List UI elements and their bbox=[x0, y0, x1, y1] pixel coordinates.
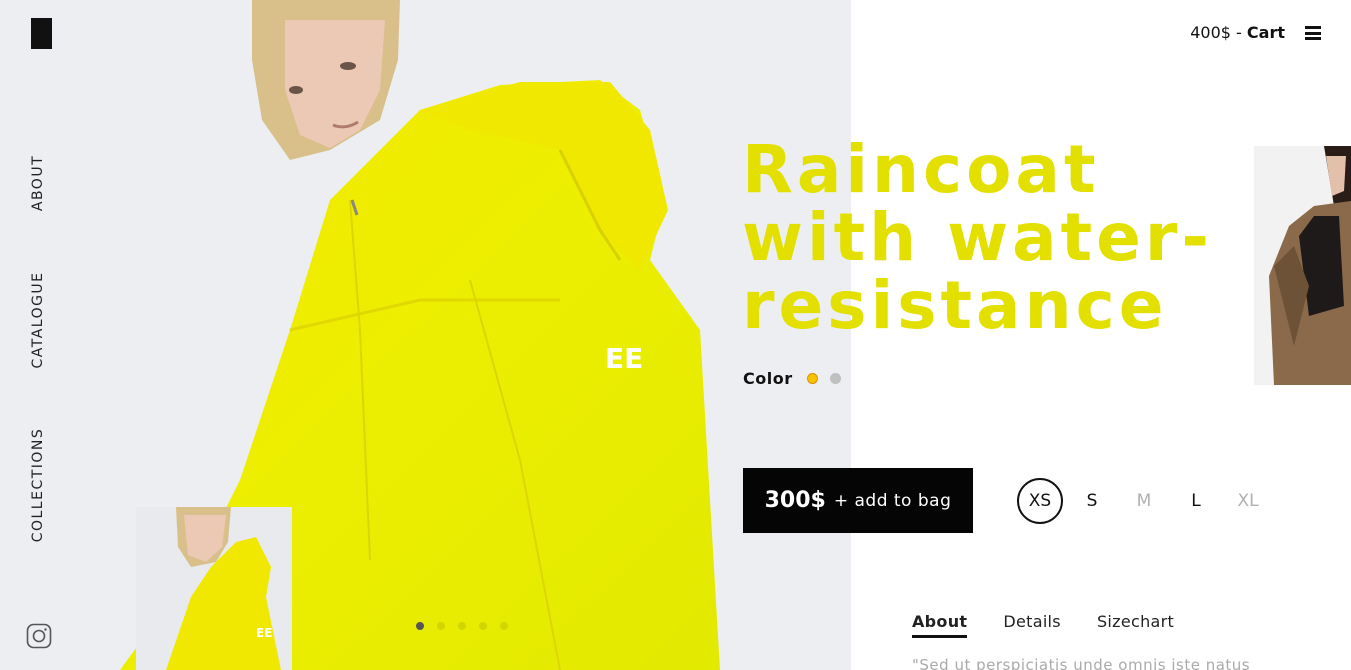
hero-product-image: EE bbox=[0, 0, 851, 670]
tab-details[interactable]: Details bbox=[1003, 612, 1061, 638]
size-option-s[interactable]: S bbox=[1069, 478, 1115, 524]
side-nav-collections[interactable]: COLLECTIONS bbox=[30, 428, 46, 543]
next-product-photo bbox=[1254, 146, 1351, 385]
tab-sizechart[interactable]: Sizechart bbox=[1097, 612, 1174, 638]
hamburger-menu-icon[interactable] bbox=[1305, 26, 1321, 40]
product-price: 300$ bbox=[764, 488, 826, 513]
thumbnail-photo: EE bbox=[166, 507, 281, 670]
add-to-bag-button[interactable]: 300$ + add to bag bbox=[743, 468, 973, 533]
slider-dot[interactable] bbox=[479, 622, 487, 630]
cart-separator: - bbox=[1230, 23, 1247, 42]
side-nav-catalogue[interactable]: CATALOGUE bbox=[30, 271, 46, 368]
color-swatch-gray[interactable] bbox=[830, 373, 841, 384]
color-swatch-yellow[interactable] bbox=[807, 373, 818, 384]
brand-logo[interactable] bbox=[31, 18, 52, 49]
cart-label: Cart bbox=[1246, 23, 1285, 42]
product-title-line: with water- bbox=[742, 199, 1213, 276]
slider-dot[interactable] bbox=[458, 622, 466, 630]
slider-dot[interactable] bbox=[416, 622, 424, 630]
product-title-line: resistance bbox=[742, 267, 1168, 344]
cart-link[interactable]: 400$ - Cart bbox=[1190, 23, 1285, 42]
product-title: Raincoat with water- resistance bbox=[742, 136, 1262, 340]
cart-amount: 400$ bbox=[1190, 23, 1231, 42]
size-option-m[interactable]: M bbox=[1121, 478, 1167, 524]
slider-dot[interactable] bbox=[437, 622, 445, 630]
product-info-tabs: About Details Sizechart bbox=[912, 612, 1210, 638]
hero-photo-illustration: EE bbox=[120, 0, 720, 670]
size-option-l[interactable]: L bbox=[1173, 478, 1219, 524]
side-nav-about[interactable]: ABOUT bbox=[30, 155, 46, 211]
product-thumbnail[interactable]: EE bbox=[136, 507, 292, 670]
tab-about[interactable]: About bbox=[912, 612, 968, 638]
size-option-xl[interactable]: XL bbox=[1225, 478, 1271, 524]
add-to-bag-label: + add to bag bbox=[833, 490, 952, 511]
next-product-preview[interactable] bbox=[1254, 146, 1351, 385]
color-label: Color bbox=[743, 369, 793, 388]
slider-dot[interactable] bbox=[500, 622, 508, 630]
product-title-line: Raincoat bbox=[742, 131, 1100, 208]
svg-text:EE: EE bbox=[605, 342, 643, 375]
slider-pagination bbox=[416, 622, 508, 630]
svg-text:EE: EE bbox=[256, 626, 272, 640]
size-option-xs[interactable]: XS bbox=[1017, 478, 1063, 524]
product-description: "Sed ut perspiciatis unde omnis iste nat… bbox=[912, 656, 1251, 670]
instagram-icon[interactable] bbox=[26, 623, 52, 649]
